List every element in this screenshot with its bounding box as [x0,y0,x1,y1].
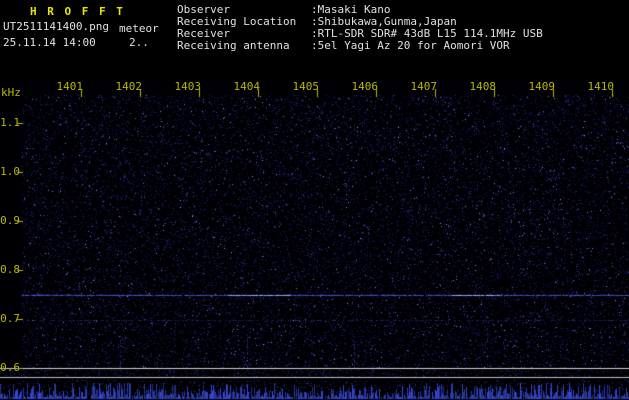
x-tick-label: 1402 [115,80,143,93]
info-value: :5el Yagi Az 20 for Aomori VOR [311,39,510,52]
y-tick-label: 1.1 [0,116,20,129]
spectrogram-canvas [0,80,629,400]
x-tick-label: 1410 [587,80,615,93]
y-tick-label: 0.8 [0,263,20,276]
x-tick-label: 1407 [410,80,438,93]
y-tick-label: 0.7 [0,312,20,325]
x-tick-label: 1405 [292,80,320,93]
hrofft-window: H R O F F T UT2511141400.png meteor 25.1… [0,0,629,400]
y-tick-label: 1.0 [0,165,20,178]
x-tick-label: 1408 [469,80,497,93]
x-tick-label: 1401 [56,80,84,93]
info-row-antenna: Receiving antenna :5el Yagi Az 20 for Ao… [177,40,543,52]
info-label: Receiving antenna [177,39,290,52]
x-tick-label: 1406 [351,80,379,93]
datetime-label: 25.11.14 14:00 [3,36,96,49]
station-info-table: Observer :Masaki Kano Receiving Location… [177,4,543,52]
app-title: H R O F F T [30,5,125,18]
y-tick-label: 0.6 [0,361,20,374]
counter-label: 2.. [129,36,149,49]
x-tick-label: 1403 [174,80,202,93]
y-axis-unit: kHz [1,86,21,99]
y-tick-label: 0.9 [0,214,20,227]
capture-filename: UT2511141400.png [3,20,109,33]
x-tick-label: 1409 [528,80,556,93]
x-tick-label: 1404 [233,80,261,93]
mode-label: meteor [119,22,159,35]
